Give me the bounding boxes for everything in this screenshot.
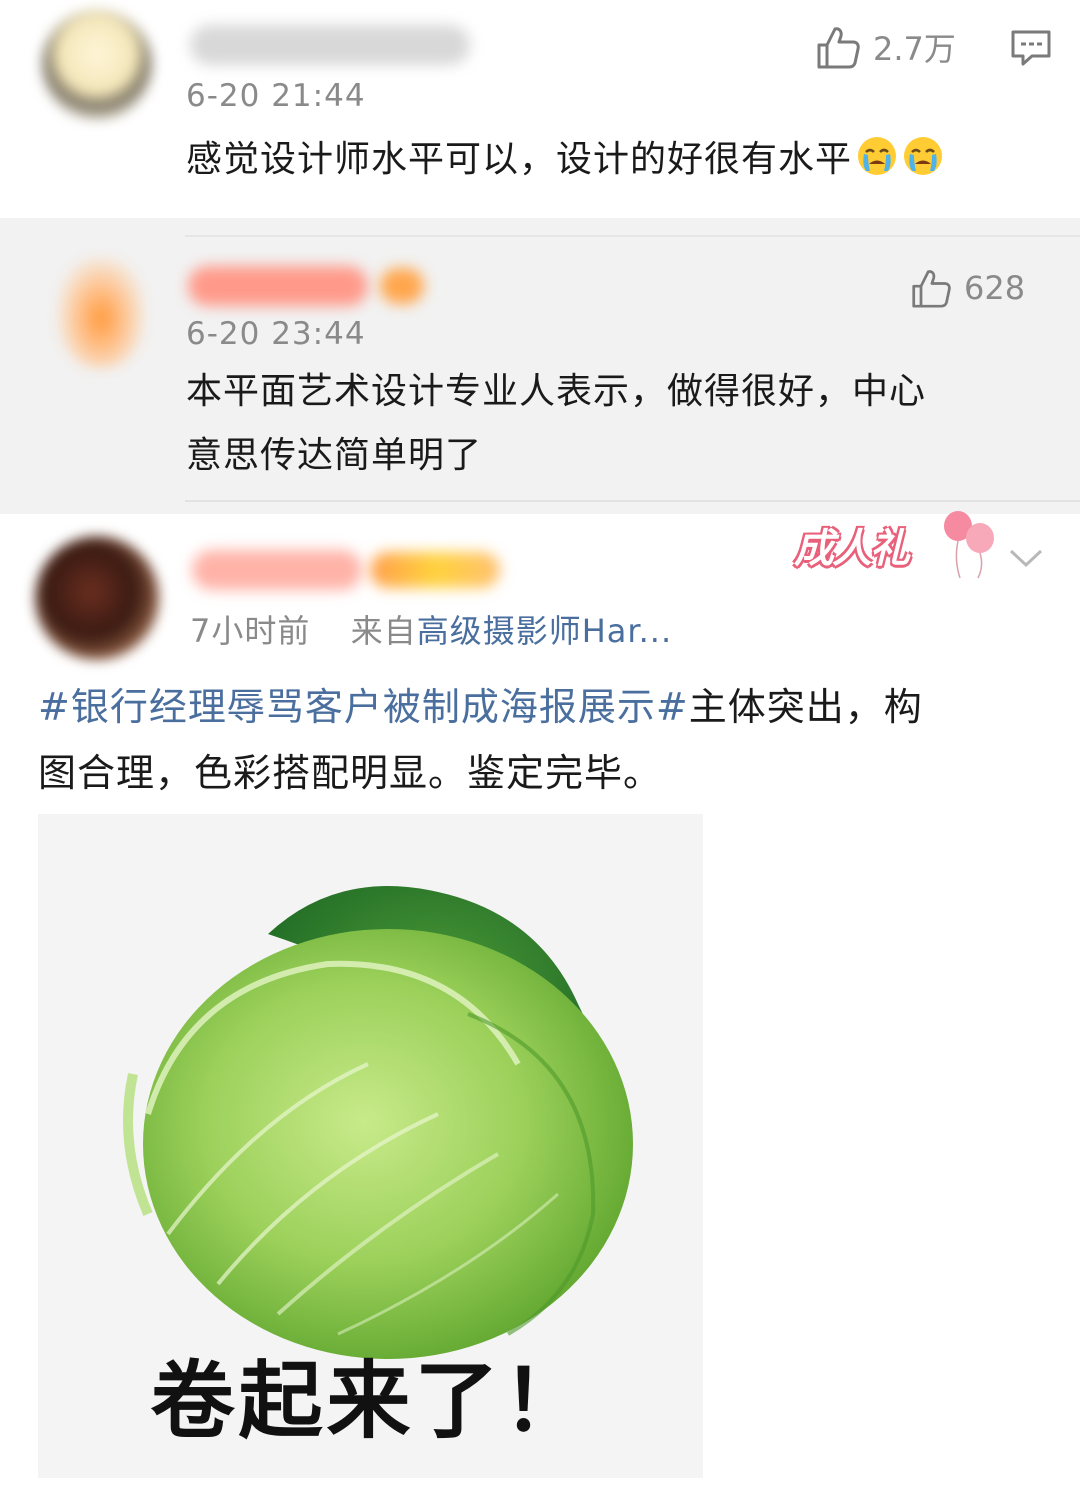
comment-icon [1011,30,1051,66]
comment-item: 2.7万 6-20 21:44 感觉设计师水平可以，设计的好很有水平 [0,0,1080,218]
username[interactable] [190,25,470,65]
comment-text: 感觉设计师水平可以，设计的好很有水平 [186,139,853,180]
reply-comment-button[interactable] [1010,28,1052,72]
divider [185,500,1080,502]
thumbs-up-icon [817,27,860,69]
username[interactable] [192,550,362,590]
image-caption: 卷起来了！ [150,1352,591,1450]
birthday-badge: 成人礼 [790,511,1010,584]
chevron-down-icon [1009,549,1043,568]
divider [185,235,1080,237]
source-link[interactable]: 高级摄影师Har... [417,612,672,650]
avatar[interactable] [42,10,152,120]
post-meta: 7小时前 来自高级摄影师Har... [190,606,672,652]
post-image[interactable]: 卷起来了！ [38,814,703,1478]
reply-text-line: 意思传达简单明了 [186,435,483,476]
avatar[interactable] [58,258,144,368]
crying-emoji-icon [858,137,897,175]
comment-time: 6-20 21:44 [186,78,366,114]
post-text-line: 图合理，色彩搭配明显。鉴定完毕。 [38,751,663,795]
username[interactable] [188,266,368,306]
comment-text-block: 感觉设计师水平可以，设计的好很有水平 [186,128,1066,192]
post-menu-button[interactable] [1008,546,1044,574]
post-text-segment: 主体突出，构 [688,685,923,729]
crying-emoji-icon [904,137,943,175]
reply-text: 本平面艺术设计专业人表示，做得很好，中心 意思传达简单明了 [186,360,1046,488]
thumbs-up-icon [912,270,951,308]
like-button[interactable]: 628 [910,268,1025,308]
source-prefix: 来自 [350,612,417,650]
avatar[interactable] [35,536,159,660]
reply-time: 6-20 23:44 [186,316,366,352]
like-button[interactable]: 2.7万 [815,24,956,70]
user-badges [370,552,500,588]
post-time: 7小时前 [190,612,311,650]
hashtag-link[interactable]: #银行经理辱骂客户被制成海报展示# [38,685,689,729]
reply-thread: 628 6-20 23:44 本平面艺术设计专业人表示，做得很好，中心 意思传达… [0,218,1080,514]
post-text: #银行经理辱骂客户被制成海报展示#主体突出，构 图合理，色彩搭配明显。鉴定完毕。 [38,674,1048,806]
badge-label: 成人礼 [794,525,910,572]
like-count: 2.7万 [873,30,956,68]
like-count: 628 [964,269,1026,307]
feed-post: 成人礼 7小时前 来自高级摄影师Har... #银行经理辱骂客户被制成海报展示#… [0,511,1080,1512]
user-badge [380,268,424,304]
reply-text-line: 本平面艺术设计专业人表示，做得很好，中心 [186,371,927,412]
balloon-icon [944,511,994,579]
